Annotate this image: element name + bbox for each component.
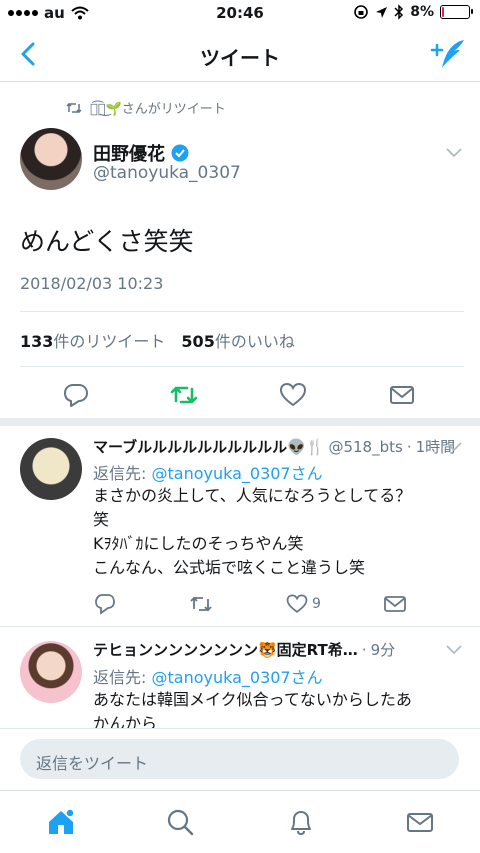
battery-percent: 8%	[410, 4, 434, 20]
reply-header: マーブルルルルルルルルルル👽🍴 @518_bts · 1時間	[93, 436, 455, 457]
tweet-date: 2018/02/03 10:23	[20, 274, 164, 293]
reply-body-line: 笑	[93, 510, 110, 529]
tweet-text: めんどくさ笑笑	[20, 227, 194, 256]
home-icon[interactable]	[46, 807, 76, 837]
reply-input[interactable]: 返信をツイート	[20, 739, 459, 779]
reply-author-name[interactable]: テヒョンンンンンンンン🐯固定RT希…	[93, 639, 358, 660]
retweet-small-icon	[66, 102, 82, 113]
reply-body: あなたは韓国メイク似合ってないからしたあ かんから	[93, 688, 463, 728]
reply-separator: ·	[361, 640, 367, 659]
reply-icon[interactable]	[93, 592, 117, 616]
reply-body-line: Kｦﾀﾊﾞｶにしたのそっちやん笑	[93, 534, 304, 553]
retweeted-by-line: ス͡ズ͜🌱さんがリツイート	[66, 98, 226, 117]
reply-composer-bar: 返信をツイート	[0, 728, 480, 790]
reply-to-label: 返信先:	[93, 464, 152, 483]
reply-to-line: 返信先: @tanoyuka_0307さん	[93, 460, 323, 484]
battery-icon	[440, 5, 473, 19]
retweet-icon[interactable]	[189, 592, 213, 616]
chevron-down-icon[interactable]	[446, 442, 462, 452]
like-count: 9	[312, 596, 321, 612]
reply-body: まさかの炎上して、人気になろうとしてる？ 笑 Kｦﾀﾊﾞｶにしたのそっちやん笑 …	[93, 484, 463, 580]
search-icon[interactable]	[165, 807, 195, 837]
reply-header: テヒョンンンンンンンン🐯固定RT希… · 9分	[93, 639, 395, 660]
divider	[20, 366, 464, 367]
reply-time: 9分	[370, 641, 396, 659]
mail-icon[interactable]	[405, 807, 435, 837]
tweet-stats: 133件のリツイート 505件のいいね	[20, 328, 295, 352]
reply-separator: ·	[406, 437, 412, 456]
bell-icon[interactable]	[286, 807, 316, 837]
reply-author-handle[interactable]: @518_bts	[328, 438, 402, 456]
reply-body-line: まさかの炎上して、人気になろうとしてる？	[93, 486, 412, 505]
retweet-count: 133	[20, 332, 54, 351]
page-title: ツイート	[200, 46, 280, 70]
retweet-label: 件のリツイート	[53, 332, 166, 351]
location-icon	[376, 6, 388, 18]
retweet-icon[interactable]	[170, 381, 198, 409]
share-mail-icon[interactable]	[388, 381, 416, 409]
reply-tweet[interactable]: マーブルルルルルルルルルル👽🍴 @518_bts · 1時間 返信先: @tan…	[0, 426, 480, 626]
share-mail-icon[interactable]	[383, 592, 407, 616]
reply-body-line: あなたは韓国メイク似合ってないからしたあ	[93, 690, 412, 709]
retweet-stat[interactable]: 133件のリツイート	[20, 328, 165, 352]
verified-badge-icon	[171, 144, 189, 162]
divider	[20, 311, 464, 312]
section-separator	[0, 418, 480, 426]
reply-author-name[interactable]: マーブルルルルルルルルルル👽🍴	[93, 436, 324, 457]
reply-icon[interactable]	[62, 381, 90, 409]
reply-tweet[interactable]: テヒョンンンンンンンン🐯固定RT希… · 9分 返信先: @tanoyuka_0…	[0, 627, 480, 728]
status-bar: au 20:46 8%	[0, 0, 480, 28]
chevron-down-icon[interactable]	[446, 645, 462, 655]
heart-icon	[286, 594, 308, 613]
like-count: 505	[181, 332, 215, 351]
nav-bar: ツイート	[0, 28, 480, 82]
chevron-down-icon[interactable]	[446, 148, 462, 158]
like-stat[interactable]: 505件のいいね	[181, 328, 294, 352]
bluetooth-icon	[394, 4, 404, 20]
tab-bar	[0, 790, 480, 853]
retweeted-by-text: ス͡ズ͜🌱さんがリツイート	[90, 102, 226, 117]
like-action[interactable]: 9	[286, 592, 336, 616]
author-handle[interactable]: @tanoyuka_0307	[93, 163, 241, 183]
reply-body-line: こんなん、公式垢で呟くこと違うし笑	[93, 558, 366, 577]
reply-avatar[interactable]	[20, 438, 82, 500]
like-label: 件のいいね	[214, 332, 295, 351]
reply-to-handle[interactable]: @tanoyuka_0307さん	[151, 668, 322, 687]
reply-to-label: 返信先:	[93, 668, 152, 687]
reply-avatar[interactable]	[20, 641, 82, 703]
heart-icon[interactable]	[279, 381, 307, 409]
rotation-lock-icon	[354, 5, 369, 19]
reply-to-line: 返信先: @tanoyuka_0307さん	[93, 664, 323, 688]
reply-body-line: かんから	[93, 714, 158, 728]
author-avatar[interactable]	[20, 128, 82, 190]
compose-tweet-icon[interactable]	[430, 38, 466, 72]
reply-to-handle[interactable]: @tanoyuka_0307さん	[151, 464, 322, 483]
